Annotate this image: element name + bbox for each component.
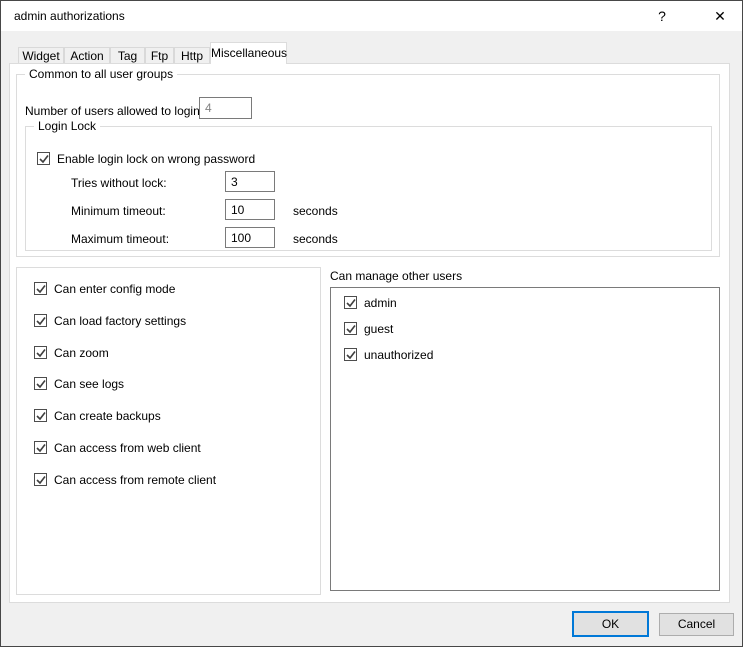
users-allowed-label: Number of users allowed to login: <box>25 104 203 119</box>
help-icon: ? <box>658 8 666 24</box>
check-icon <box>39 154 49 164</box>
user-label: guest <box>364 322 393 336</box>
checkbox-label: Can enter config mode <box>54 282 175 296</box>
checkbox-box[interactable] <box>34 441 47 454</box>
enable-login-lock-label: Enable login lock on wrong password <box>57 152 255 166</box>
tries-without-lock-label: Tries without lock: <box>71 176 167 191</box>
can-load-factory-settings-checkbox[interactable]: Can load factory settings <box>34 313 186 328</box>
checkbox-box[interactable] <box>344 348 357 361</box>
checkbox-label: Can load factory settings <box>54 314 186 328</box>
can-zoom-checkbox[interactable]: Can zoom <box>34 345 109 360</box>
checkbox-label: Can access from remote client <box>54 473 216 487</box>
tab-ftp[interactable]: Ftp <box>145 47 174 64</box>
tab-widget[interactable]: Widget <box>18 47 64 64</box>
ok-button[interactable]: OK <box>572 611 649 637</box>
group-login-lock-title: Login Lock <box>34 119 100 133</box>
title-bar: admin authorizations ? ✕ <box>1 1 742 31</box>
cancel-button[interactable]: Cancel <box>659 613 734 636</box>
minimum-timeout-label: Minimum timeout: <box>71 204 166 219</box>
checkbox-label: Can access from web client <box>54 441 201 455</box>
checkbox-box[interactable] <box>34 377 47 390</box>
user-unauthorized-checkbox[interactable]: unauthorized <box>344 347 433 362</box>
group-permissions: Can enter config mode Can load factory s… <box>16 267 321 595</box>
close-button[interactable]: ✕ <box>697 1 743 31</box>
check-icon <box>36 475 46 485</box>
maximum-timeout-input[interactable] <box>225 227 275 248</box>
group-login-lock: Login Lock Enable login lock on wrong pa… <box>25 126 712 251</box>
can-access-web-client-checkbox[interactable]: Can access from web client <box>34 440 201 455</box>
can-see-logs-checkbox[interactable]: Can see logs <box>34 376 124 391</box>
users-allowed-input <box>199 97 252 119</box>
tab-http[interactable]: Http <box>174 47 210 64</box>
checkbox-label: Can see logs <box>54 377 124 391</box>
help-button[interactable]: ? <box>642 1 682 31</box>
checkbox-box[interactable] <box>34 346 47 359</box>
check-icon <box>346 324 356 334</box>
maximum-timeout-unit: seconds <box>293 232 338 247</box>
tab-action[interactable]: Action <box>64 47 110 64</box>
manage-users-title: Can manage other users <box>330 269 462 284</box>
check-icon <box>346 350 356 360</box>
check-icon <box>36 411 46 421</box>
checkbox-box[interactable] <box>34 314 47 327</box>
checkbox-box[interactable] <box>34 282 47 295</box>
user-label: unauthorized <box>364 348 433 362</box>
checkbox-box[interactable] <box>344 296 357 309</box>
tab-tag[interactable]: Tag <box>110 47 145 64</box>
group-common: Common to all user groups Number of user… <box>16 74 720 257</box>
check-icon <box>36 379 46 389</box>
checkbox-box[interactable] <box>34 473 47 486</box>
can-enter-config-mode-checkbox[interactable]: Can enter config mode <box>34 281 175 296</box>
can-create-backups-checkbox[interactable]: Can create backups <box>34 408 161 423</box>
checkbox-box[interactable] <box>34 409 47 422</box>
tries-without-lock-input[interactable] <box>225 171 275 192</box>
group-common-title: Common to all user groups <box>25 67 177 81</box>
minimum-timeout-unit: seconds <box>293 204 338 219</box>
tab-miscellaneous[interactable]: Miscellaneous <box>210 42 287 64</box>
maximum-timeout-label: Maximum timeout: <box>71 232 169 247</box>
check-icon <box>36 443 46 453</box>
check-icon <box>36 348 46 358</box>
checkbox-box[interactable] <box>37 152 50 165</box>
can-access-remote-client-checkbox[interactable]: Can access from remote client <box>34 472 216 487</box>
checkbox-label: Can zoom <box>54 346 109 360</box>
minimum-timeout-input[interactable] <box>225 199 275 220</box>
check-icon <box>36 284 46 294</box>
enable-login-lock-checkbox[interactable]: Enable login lock on wrong password <box>37 151 255 166</box>
user-guest-checkbox[interactable]: guest <box>344 321 393 336</box>
user-label: admin <box>364 296 397 310</box>
manage-users-list[interactable]: admin guest unauthorized <box>330 287 720 591</box>
checkbox-box[interactable] <box>344 322 357 335</box>
check-icon <box>346 298 356 308</box>
checkbox-label: Can create backups <box>54 409 161 423</box>
check-icon <box>36 316 46 326</box>
window-title: admin authorizations <box>14 1 125 31</box>
close-icon: ✕ <box>714 8 726 24</box>
admin-authorizations-dialog: admin authorizations ? ✕ Widget Action T… <box>0 0 743 647</box>
tab-page-miscellaneous: Common to all user groups Number of user… <box>9 63 730 603</box>
user-admin-checkbox[interactable]: admin <box>344 295 397 310</box>
